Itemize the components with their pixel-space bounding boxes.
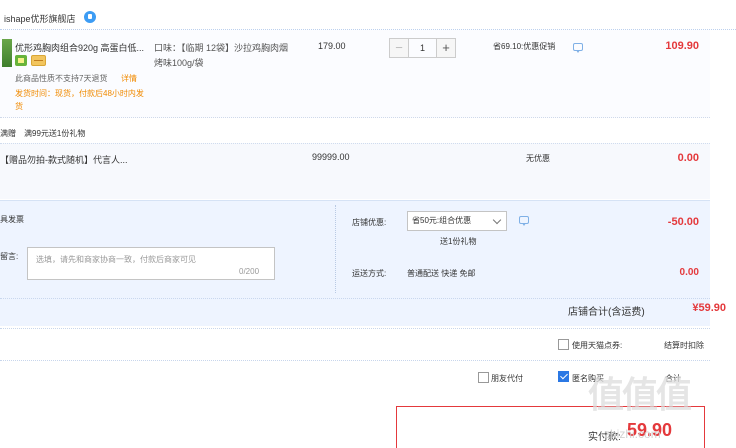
sku-description: 口味：【临期 12袋】沙拉鸡胸肉烟烤味100g/袋: [154, 43, 289, 68]
item-subtotal: 109.90: [665, 40, 699, 52]
message-char-counter: 0/200: [239, 267, 260, 276]
friend-pay-label: 朋友代付: [491, 374, 523, 383]
coupon-gift-note: 送1份礼物: [440, 237, 477, 246]
return-policy-notice: 此商品性质不支持7天退货: [15, 74, 108, 83]
shipping-label: 运送方式:: [352, 269, 387, 278]
message-placeholder: 选填，请先和商家协商一致，付款后商家可见: [36, 255, 196, 264]
shop-header: [0, 0, 736, 30]
gift-item-title[interactable]: 【赠品勿拍-款式随机】代言人...: [0, 153, 128, 166]
gift-promo-row: 满赠 满99元送1份礼物: [0, 128, 85, 139]
message-label: 留言:: [0, 252, 19, 261]
divider: [0, 360, 710, 361]
shipping-amount: 0.00: [679, 267, 699, 278]
shop-coupon-label: 店铺优惠:: [352, 218, 387, 227]
tmall-points-note: 结算时扣除: [664, 341, 704, 350]
panel-divider: [335, 205, 336, 293]
quantity-input[interactable]: 1: [409, 38, 436, 58]
shipping-method: 普通配送 快递 免邮: [407, 269, 476, 278]
shop-coupon-select[interactable]: 省50元:组合优惠: [407, 211, 507, 231]
gift-promo-label: 满赠: [0, 129, 16, 138]
return-policy-details-link[interactable]: 详情: [121, 73, 137, 84]
anonymous-purchase-checkbox[interactable]: [558, 371, 569, 382]
friend-pay-checkbox[interactable]: [478, 372, 489, 383]
ship-time-notice: 发货时间：现货，付款后48小时内发货: [15, 89, 144, 111]
service-guarantee-icon: [15, 55, 27, 66]
credit-card-icon: [31, 55, 46, 66]
shop-total-value: ¥59.90: [692, 302, 726, 314]
chevron-down-icon: [492, 215, 502, 225]
wangwang-chat-icon[interactable]: [84, 11, 96, 23]
coupon-info-icon[interactable]: [519, 216, 529, 226]
site-watermark-url: zhizhi.com: [604, 427, 661, 441]
gift-promo-text: 满99元送1份礼物: [24, 129, 86, 138]
tmall-points-checkbox[interactable]: [558, 339, 569, 350]
item-promo-text: 省69.10:优惠促销: [493, 42, 556, 51]
quantity-stepper: − 1 +: [389, 38, 456, 58]
divider: [0, 328, 710, 329]
gift-item-subtotal: 0.00: [677, 152, 699, 164]
product-thumbnail[interactable]: [2, 39, 12, 67]
shop-total-label: 店铺合计(含运费): [568, 307, 645, 318]
quantity-increase-button[interactable]: +: [436, 38, 456, 58]
shop-name-link[interactable]: ishape优形旗舰店: [4, 12, 76, 25]
invoice-option[interactable]: 具发票: [0, 214, 24, 225]
site-watermark: 值值值: [588, 374, 692, 415]
gift-item-promo: 无优惠: [526, 154, 550, 163]
coupon-discount-amount: -50.00: [667, 216, 699, 228]
unit-price: 179.00: [318, 41, 346, 51]
quantity-decrease-button[interactable]: −: [389, 38, 409, 58]
product-title-link[interactable]: 优形鸡胸肉组合920g 高蛋白低...: [15, 41, 144, 54]
gift-item-price: 99999.00: [312, 152, 350, 162]
tmall-points-label: 使用天猫点券:: [572, 341, 623, 350]
shop-coupon-selected: 省50元:组合优惠: [412, 216, 472, 225]
gift-item-row: [0, 143, 710, 199]
promo-info-icon[interactable]: [573, 43, 583, 53]
